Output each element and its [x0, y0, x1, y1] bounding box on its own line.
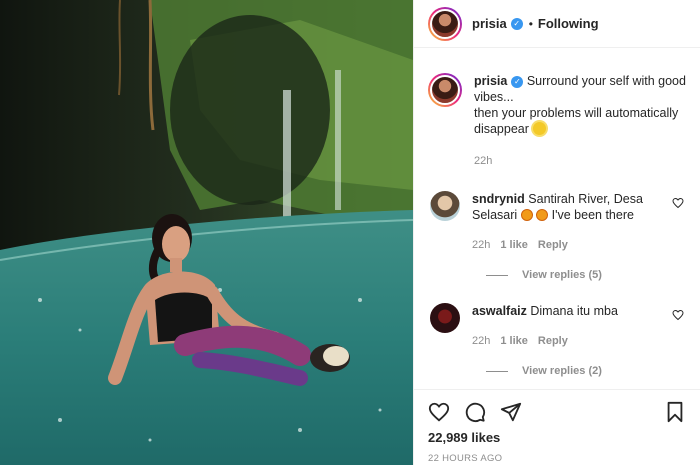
- comment-item: sndrynid Santirah River, Desa Selasari I…: [428, 191, 686, 253]
- following-button[interactable]: Following: [538, 16, 599, 31]
- comments-list[interactable]: prisia ✓ Surround your self with good vib…: [414, 49, 700, 389]
- comment-time: 22h: [472, 239, 491, 251]
- post-side-panel: prisia ✓ • Following prisia ✓ Surround yo…: [413, 0, 700, 465]
- waterfall-photo-illustration: [0, 0, 413, 465]
- reply-button[interactable]: Reply: [538, 333, 568, 349]
- comment-item: aswalfaiz Dimana itu mba 22h 1 like Repl…: [428, 303, 686, 349]
- starstruck-emoji-icon: [520, 209, 533, 221]
- caption-text-line2: then your problems will automatically di…: [474, 106, 679, 136]
- posted-time: 22 HOURS AGO: [428, 453, 503, 464]
- heart-icon[interactable]: [428, 401, 450, 423]
- verified-badge-icon: ✓: [511, 75, 524, 88]
- post-photo[interactable]: [0, 0, 413, 465]
- author-avatar-image: [430, 8, 460, 39]
- reply-button[interactable]: Reply: [538, 237, 568, 253]
- comment-likes[interactable]: 1 like: [500, 333, 528, 349]
- comment-body: sndrynid Santirah River, Desa Selasari I…: [472, 191, 672, 253]
- caption: prisia ✓ Surround your self with good vib…: [428, 49, 686, 169]
- instagram-post: prisia ✓ • Following prisia ✓ Surround yo…: [0, 0, 700, 465]
- comment-likes[interactable]: 1 like: [500, 237, 528, 253]
- comment-icon[interactable]: [464, 401, 486, 423]
- caption-body: prisia ✓ Surround your self with good vib…: [474, 73, 686, 169]
- view-replies-label: View replies (2): [522, 365, 602, 377]
- replies-divider: [486, 370, 508, 372]
- comment-time: 22h: [472, 335, 491, 347]
- caption-username[interactable]: prisia: [474, 74, 507, 88]
- author-username[interactable]: prisia: [472, 16, 507, 31]
- comment-heart-icon[interactable]: [672, 309, 684, 321]
- comment-heart-icon[interactable]: [672, 197, 684, 209]
- view-replies-label: View replies (5): [522, 269, 602, 281]
- comment-username[interactable]: aswalfaiz: [472, 304, 527, 318]
- header-separator: •: [528, 16, 533, 31]
- verified-badge-icon: ✓: [510, 17, 523, 30]
- author-avatar[interactable]: [428, 6, 462, 41]
- commenter-avatar[interactable]: [430, 191, 460, 221]
- commenter-avatar[interactable]: [430, 303, 460, 333]
- comment-text-after: I've been there: [551, 208, 634, 222]
- view-replies-button[interactable]: View replies (5): [486, 269, 686, 281]
- sun-emoji-icon: [532, 122, 546, 135]
- caption-avatar-image: [430, 75, 460, 105]
- share-icon[interactable]: [500, 401, 522, 423]
- comment-text: Dimana itu mba: [530, 304, 618, 318]
- caption-avatar[interactable]: [428, 73, 462, 107]
- view-replies-button[interactable]: View replies (2): [486, 365, 686, 377]
- starstruck-emoji-icon: [536, 209, 549, 221]
- post-actions: 22,989 likes 22 HOURS AGO: [414, 389, 700, 464]
- comment-body: aswalfaiz Dimana itu mba 22h 1 like Repl…: [472, 303, 672, 349]
- likes-count[interactable]: 22,989 likes: [428, 430, 686, 445]
- comment-meta: 22h 1 like Reply: [472, 333, 672, 349]
- replies-divider: [486, 274, 508, 276]
- bookmark-icon[interactable]: [664, 401, 686, 423]
- comment-meta: 22h 1 like Reply: [472, 237, 672, 253]
- action-icons: [428, 400, 686, 424]
- comment-username[interactable]: sndrynid: [472, 192, 525, 206]
- post-header: prisia ✓ • Following: [414, 0, 700, 48]
- caption-time: 22h: [474, 155, 493, 167]
